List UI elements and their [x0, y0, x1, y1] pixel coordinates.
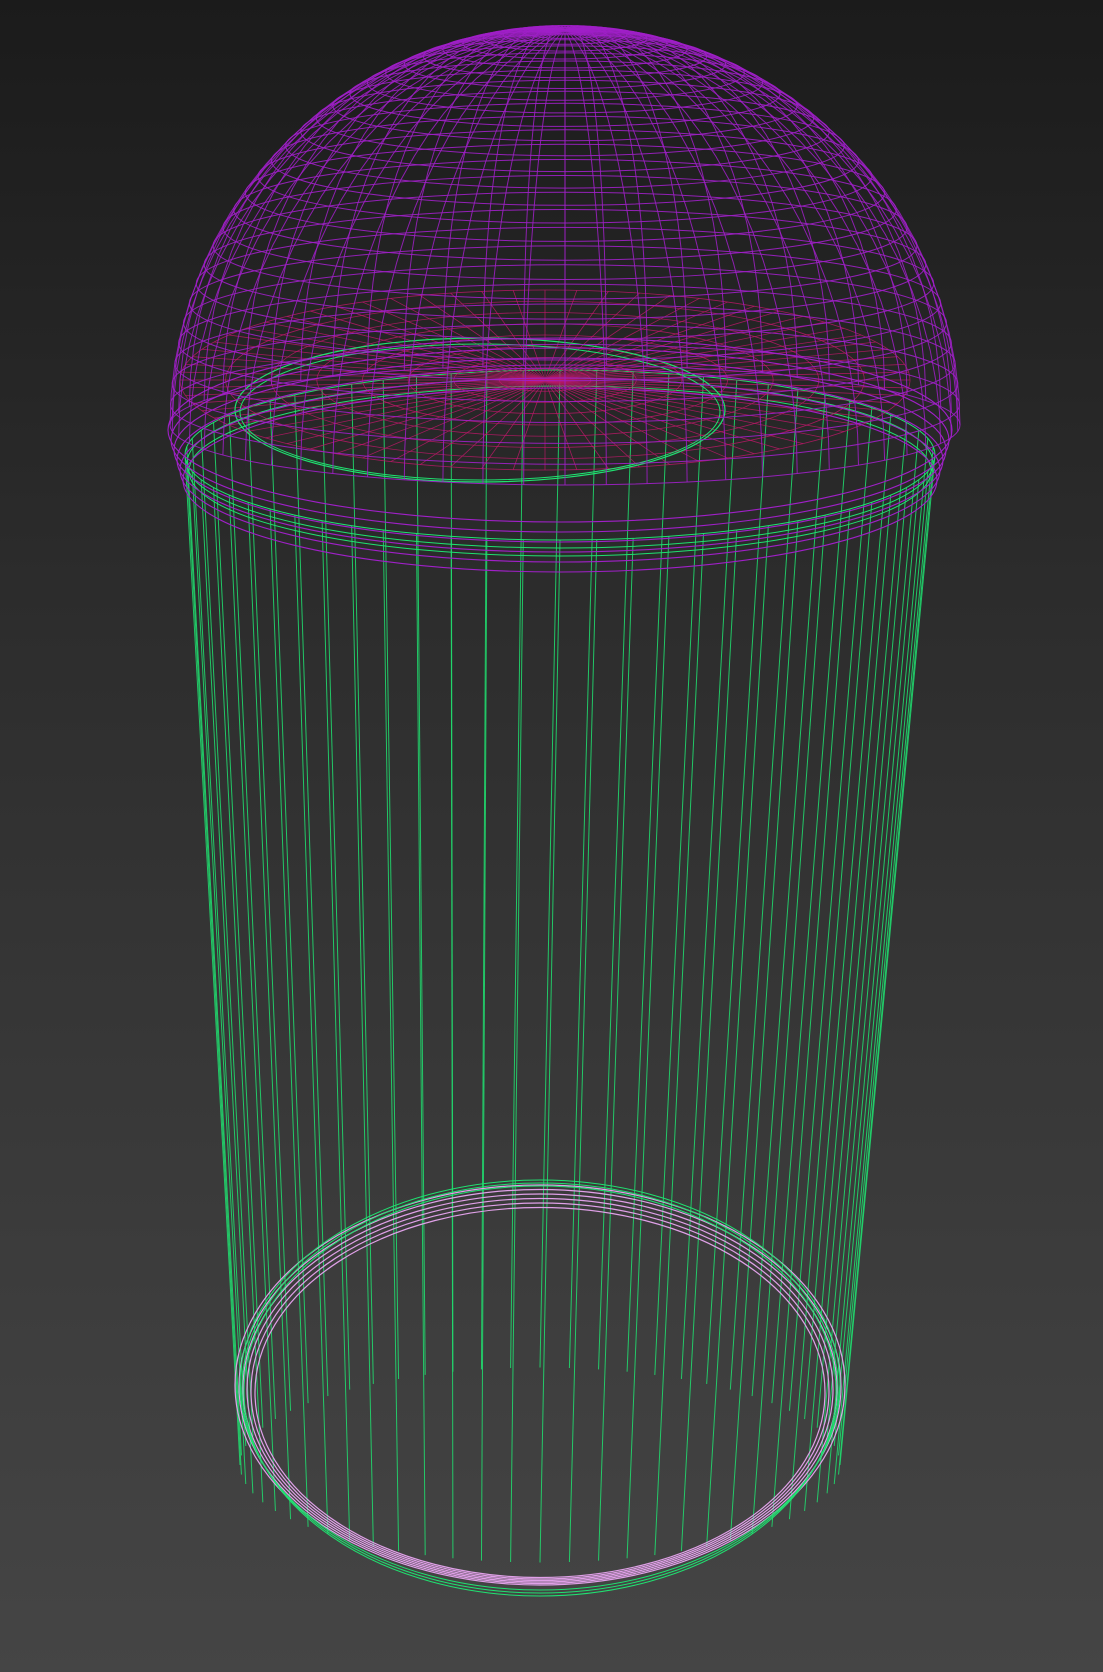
cylinder-edge-line: [598, 538, 634, 1561]
cylinder-edge-line: [321, 520, 351, 1541]
dome-longitude: [523, 24, 566, 366]
cylinder-edge-line: [826, 430, 920, 1437]
cylinder-edge-line: [184, 454, 241, 1466]
cylinder-edge-line: [838, 446, 934, 1456]
base-ring-wireframe: [234, 1179, 846, 1597]
cylinder-edge-line: [186, 446, 242, 1456]
cylinder-edge-line: [351, 525, 374, 1547]
cylinder-edge-line: [816, 422, 907, 1428]
cylinder-edge-line: [510, 539, 524, 1563]
cylinder-edge-line: [510, 370, 524, 1368]
cylinder-edge-line: [839, 454, 936, 1466]
cylinder-edge-line: [568, 539, 598, 1563]
cylinder-edge-line: [626, 536, 670, 1559]
cylinder-edge-line: [480, 538, 488, 1561]
cylinder-edge-line: [415, 533, 426, 1556]
cylinder-edge-line: [321, 389, 351, 1390]
cylinder-edge-line: [833, 438, 929, 1447]
cylinder-edge-line: [751, 515, 826, 1534]
cylinder-edge-line: [269, 401, 309, 1404]
cylinder-edge-line: [568, 370, 598, 1368]
cylinder-edge-line: [200, 430, 254, 1437]
cylinder-edge-line: [539, 539, 561, 1563]
cylinder-edge-line: [680, 529, 738, 1552]
cylinder-edge-line: [833, 471, 929, 1485]
dome-longitude: [564, 24, 607, 366]
wireframe-scene[interactable]: [0, 0, 1103, 1672]
cylinder-edge-line: [382, 529, 400, 1551]
base-ring-inner-loop: [243, 1185, 837, 1597]
dome-longitude: [564, 29, 859, 466]
cylinder-top-ring: [184, 369, 936, 541]
cylinder-edge-line: [186, 463, 242, 1475]
cylinder-edge-line: [480, 371, 488, 1370]
cylinder-edge-line: [654, 533, 705, 1556]
cylinder-edge-line: [247, 502, 292, 1520]
cylinder-edge-line: [294, 515, 329, 1534]
cylinder-wireframe: [184, 369, 936, 1563]
cylinder-edge-line: [200, 479, 254, 1494]
3d-viewport[interactable]: [0, 0, 1103, 1672]
cylinder-edge-line: [706, 525, 769, 1547]
base-ring-loop: [254, 1206, 826, 1579]
cylinder-edge-line: [838, 463, 934, 1475]
dome-longitude: [222, 28, 566, 396]
cylinder-edge-line: [539, 369, 561, 1368]
cylinder-edge-line: [751, 394, 826, 1397]
